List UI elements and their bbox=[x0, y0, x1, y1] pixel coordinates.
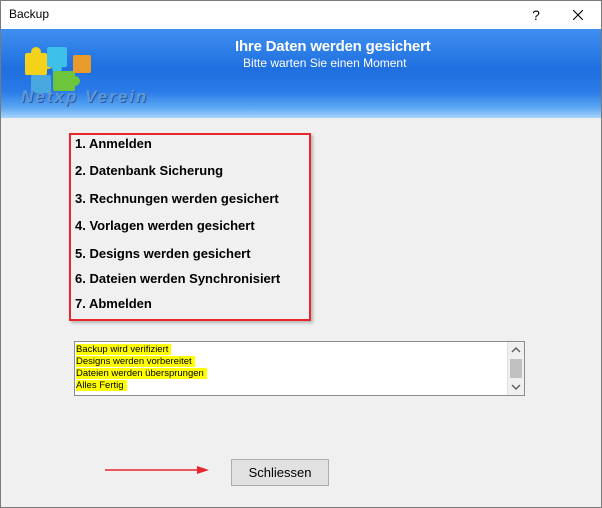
close-icon bbox=[572, 9, 584, 21]
help-button[interactable]: ? bbox=[513, 1, 559, 29]
step-item: 7. Abmelden bbox=[75, 296, 152, 311]
close-window-button[interactable] bbox=[555, 1, 601, 29]
step-item: 2. Datenbank Sicherung bbox=[75, 163, 224, 178]
schliessen-button[interactable]: Schliessen bbox=[231, 459, 329, 486]
steps-list: 1. Anmelden 2. Datenbank Sicherung 3. Re… bbox=[69, 133, 311, 321]
log-line: Backup wird verifiziert bbox=[76, 344, 172, 355]
chevron-down-icon bbox=[511, 384, 521, 391]
scroll-down-button[interactable] bbox=[508, 379, 524, 395]
step-item: 4. Vorlagen werden gesichert bbox=[75, 218, 255, 233]
banner-heading: Ihre Daten werden gesichert bbox=[235, 38, 431, 55]
title-bar[interactable]: Backup ? bbox=[1, 1, 601, 29]
logo-text: Netxp Verein bbox=[21, 87, 149, 106]
step-item: 5. Designs werden gesichert bbox=[75, 246, 251, 261]
step-item: 6. Dateien werden Synchronisiert bbox=[75, 271, 281, 286]
log-line: Alles Fertig bbox=[76, 380, 127, 391]
banner-subheading: Bitte warten Sie einen Moment bbox=[243, 56, 407, 70]
header-banner: Netxp Verein Ihre Daten werden gesichert… bbox=[1, 29, 601, 118]
chevron-up-icon bbox=[511, 346, 521, 353]
log-line: Designs werden vorbereitet bbox=[76, 356, 195, 367]
log-textbox[interactable]: Backup wird verifiziert Designs werden v… bbox=[74, 341, 525, 396]
step-item: 3. Rechnungen werden gesichert bbox=[75, 191, 279, 206]
scroll-up-button[interactable] bbox=[508, 342, 524, 358]
backup-window: Backup ? Netxp Verein Ihre Daten werden … bbox=[0, 0, 602, 508]
red-arrow-annotation bbox=[105, 466, 209, 474]
step-item: 1. Anmelden bbox=[75, 136, 152, 151]
log-line: Dateien werden übersprungen bbox=[76, 368, 207, 379]
window-title: Backup bbox=[9, 7, 50, 21]
scroll-thumb[interactable] bbox=[510, 359, 522, 378]
log-scrollbar[interactable] bbox=[507, 342, 524, 395]
